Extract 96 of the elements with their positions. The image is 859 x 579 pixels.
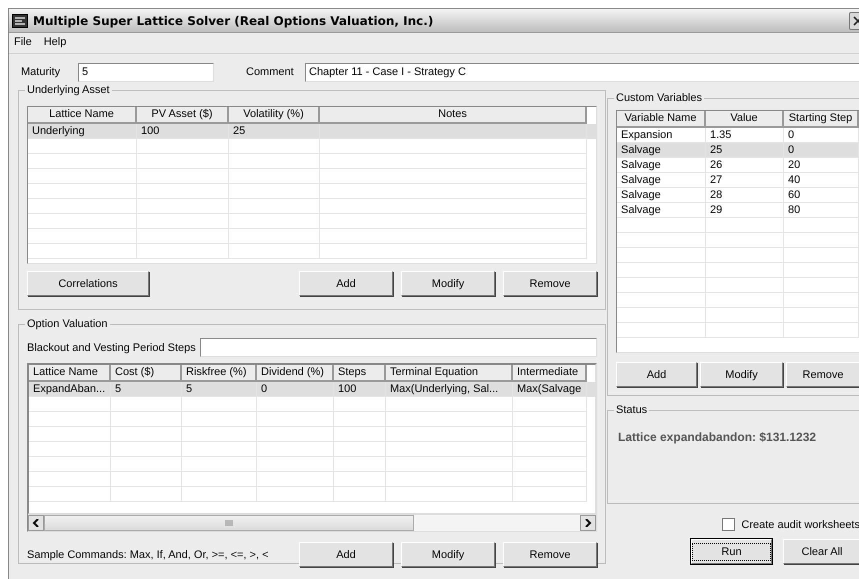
table-row[interactable]: ExpandAban... 5 5 0 100 Max(Underlying, Sal... Max(Salvage (29, 382, 595, 397)
column-header[interactable]: PV Asset ($) (137, 107, 229, 124)
action-button[interactable]: Modify (401, 271, 495, 296)
table-cell: Max(Underlying, Sal... (386, 382, 513, 397)
scroll-thumb[interactable] (44, 515, 414, 531)
column-header[interactable]: Variable Name (617, 111, 706, 128)
action-button[interactable]: Add (616, 362, 697, 387)
column-header[interactable]: Dividend (%) (257, 365, 334, 382)
table-cell: 100 (137, 124, 229, 139)
table-cell: Salvage (617, 173, 706, 188)
table-cell: 29 (706, 203, 784, 218)
table-cell (111, 487, 182, 502)
action-button[interactable]: Clear All (783, 539, 859, 564)
column-header[interactable]: Lattice Name (29, 365, 111, 382)
column-header[interactable]: Steps (334, 365, 386, 382)
table-cell: ExpandAban... (29, 382, 111, 397)
table-cell: 25 (229, 124, 320, 139)
group-title: Option Valuation (26, 318, 109, 330)
table-cell (334, 427, 386, 442)
table-cell (334, 472, 386, 487)
action-button[interactable]: Add (299, 542, 393, 567)
table-cell (334, 442, 386, 457)
table-cell: 20 (784, 158, 859, 173)
field-label: Comment (246, 66, 295, 78)
grip-icon (225, 520, 233, 526)
action-button[interactable]: Remove (503, 542, 597, 567)
input-field[interactable] (200, 338, 597, 357)
table-cell (111, 427, 182, 442)
table-cell: 0 (784, 143, 859, 158)
action-button[interactable]: Modify (700, 362, 783, 387)
table-row[interactable]: Salvage 28 60 (617, 188, 859, 203)
table-cell (334, 412, 386, 427)
table-cell: 28 (706, 188, 784, 203)
table-cell (111, 457, 182, 472)
window-title: Multiple Super Lattice Solver (Real Options Valuation, Inc.) (33, 14, 434, 28)
column-header[interactable]: Cost ($) (111, 365, 182, 382)
group-title: Status (615, 404, 648, 416)
scroll-right-button[interactable] (580, 515, 596, 531)
table-cell: Salvage (617, 188, 706, 203)
column-header[interactable]: Terminal Equation (386, 365, 513, 382)
table-cell: Salvage (617, 158, 706, 173)
table-cell: Salvage (617, 143, 706, 158)
column-header[interactable]: Starting Step (784, 111, 859, 128)
chevron-right-icon (584, 519, 592, 527)
column-header[interactable]: Riskfree (%) (182, 365, 257, 382)
column-header[interactable]: Lattice Name (28, 107, 137, 124)
input-field[interactable]: 5 (78, 62, 214, 82)
table-cell: 0 (257, 382, 334, 397)
action-button[interactable]: Remove (503, 271, 597, 296)
table-cell: 5 (111, 382, 182, 397)
table-cell: 25 (706, 143, 784, 158)
column-header[interactable]: Intermediate (513, 365, 587, 382)
menu-item[interactable]: Help (44, 36, 66, 50)
table-row[interactable]: Salvage 27 40 (617, 173, 859, 188)
table-cell: 60 (784, 188, 859, 203)
action-button[interactable]: Modify (401, 542, 495, 567)
table-row[interactable]: Underlying 100 25 (28, 124, 596, 139)
column-header[interactable]: Notes (320, 107, 587, 124)
table-cell: 80 (784, 203, 859, 218)
menu-item[interactable]: File (14, 36, 32, 50)
table-cell (111, 412, 182, 427)
action-button[interactable]: Remove (786, 362, 859, 387)
table-cell (334, 397, 386, 412)
table-row[interactable]: Salvage 26 20 (617, 158, 859, 173)
table-cell: 27 (706, 173, 784, 188)
table-row[interactable]: Salvage 29 80 (617, 203, 859, 218)
field-label: Blackout and Vesting Period Steps (27, 342, 196, 354)
table-cell (334, 457, 386, 472)
column-header[interactable]: Volatility (%) (229, 107, 320, 124)
horizontal-scrollbar[interactable] (28, 514, 596, 531)
chevron-left-icon (32, 519, 40, 527)
table-cell: Max(Salvage (513, 382, 587, 397)
table-cell (111, 442, 182, 457)
action-button[interactable]: Add (299, 271, 393, 296)
table-cell: 5 (182, 382, 257, 397)
status-message: Lattice expandabandon: $131.1232 (617, 429, 818, 444)
table-cell (111, 472, 182, 487)
app-icon (12, 12, 28, 28)
table-cell (111, 397, 182, 412)
action-button[interactable]: Run (691, 539, 772, 564)
checkbox[interactable] (722, 518, 736, 531)
table-row[interactable]: Salvage 25 0 (617, 143, 859, 158)
table-cell: 26 (706, 158, 784, 173)
table-cell: 100 (334, 382, 386, 397)
input-field[interactable]: Chapter 11 - Case I - Strategy C (305, 62, 859, 82)
sample-commands-text: Sample Commands: Max, If, And, Or, >=, <=, >, < (27, 548, 270, 560)
table-cell: Salvage (617, 203, 706, 218)
field-label: Maturity (21, 66, 62, 78)
table-cell (334, 487, 386, 502)
table-cell: 40 (784, 173, 859, 188)
column-header[interactable]: Value (706, 111, 784, 128)
group-title: Underlying Asset (26, 84, 111, 96)
action-button[interactable]: Correlations (27, 271, 149, 296)
group-title: Custom Variables (615, 92, 703, 104)
table-cell: Underlying (28, 124, 137, 139)
scroll-left-button[interactable] (28, 515, 44, 531)
